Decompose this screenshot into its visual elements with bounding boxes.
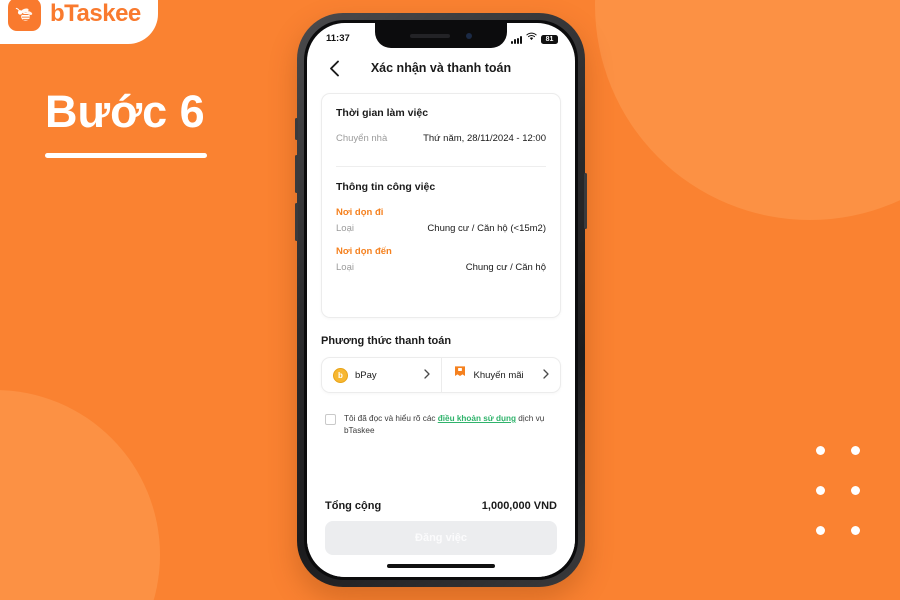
chevron-right-icon: [543, 368, 549, 382]
background-circle-bottom-left: [0, 390, 160, 600]
home-indicator: [387, 564, 495, 568]
phone-mockup: 11:37 81 Xác nhận và thanh toán Thời gia…: [295, 13, 587, 587]
phone-bezel: 11:37 81 Xác nhận và thanh toán Thời gia…: [304, 20, 578, 580]
terms-text-before: Tôi đã đọc và hiểu rõ các: [344, 414, 438, 423]
main-content: Thời gian làm việc Chuyển nhà Thứ năm, 2…: [307, 87, 575, 490]
pickup-type-value: Chung cư / Căn hộ (<15m2): [427, 223, 546, 234]
brand-name: bTaskee: [50, 0, 141, 27]
dropoff-type-row: Loại Chung cư / Căn hộ: [336, 262, 546, 273]
schedule-row-value: Thứ năm, 28/11/2024 - 12:00: [423, 133, 546, 144]
phone-power-button: [584, 173, 587, 229]
home-indicator-area: [307, 555, 575, 577]
checkout-footer: Tổng cộng 1,000,000 VND Đăng việc: [307, 490, 575, 555]
section-divider: [336, 166, 546, 167]
booking-details-card: Thời gian làm việc Chuyển nhà Thứ năm, 2…: [321, 93, 561, 318]
payment-option-bpay[interactable]: b bPay: [322, 358, 441, 392]
job-section-title: Thông tin công việc: [336, 181, 436, 193]
payment-option-promotion[interactable]: Khuyến mãi: [440, 358, 561, 392]
total-label: Tổng cộng: [325, 500, 382, 512]
card-bottom-spacer: [336, 279, 546, 301]
phone-mute-switch: [295, 118, 298, 140]
submit-job-button[interactable]: Đăng việc: [325, 521, 557, 555]
decorative-dot-grid: [816, 446, 886, 566]
page-title: Xác nhận và thanh toán: [370, 61, 512, 75]
schedule-row: Chuyển nhà Thứ năm, 28/11/2024 - 12:00: [336, 133, 546, 144]
step-title: Bước 6: [45, 86, 205, 137]
front-camera-icon: [466, 32, 472, 39]
terms-text: Tôi đã đọc và hiểu rõ các điều khoản sử …: [344, 413, 559, 438]
total-row: Tổng cộng 1,000,000 VND: [325, 490, 557, 521]
chevron-right-icon: [423, 368, 430, 382]
total-value: 1,000,000 VND: [481, 500, 557, 512]
decor-dot: [816, 446, 825, 455]
pickup-location-heading: Nơi dọn đi: [336, 207, 384, 218]
dropoff-type-key: Loại: [336, 262, 354, 273]
pickup-type-key: Loại: [336, 223, 354, 234]
dropoff-type-value: Chung cư / Căn hộ: [465, 262, 546, 273]
schedule-row-key: Chuyển nhà: [336, 133, 388, 144]
payment-methods-row: b bPay Khuyến mãi: [321, 357, 561, 393]
status-indicators: 81: [511, 32, 558, 44]
payment-section-title: Phương thức thanh toán: [321, 335, 452, 347]
dropoff-location-heading: Nơi dọn đến: [336, 246, 392, 257]
bpay-coin-icon: b: [333, 367, 348, 383]
decor-dot: [816, 486, 825, 495]
phone-volume-down-button: [295, 203, 298, 241]
signal-bars-icon: [511, 36, 522, 44]
earpiece-speaker: [410, 33, 450, 38]
brand-logo-badge: bTaskee: [0, 0, 158, 44]
chevron-left-icon[interactable]: [323, 57, 345, 79]
phone-volume-up-button: [295, 155, 298, 193]
step-underline: [45, 153, 207, 159]
wifi-icon: [526, 32, 537, 44]
decor-dot: [851, 486, 860, 495]
decor-dot: [851, 526, 860, 535]
bpay-label: bPay: [355, 369, 377, 381]
bee-icon: [8, 0, 41, 31]
terms-agreement-row[interactable]: Tôi đã đọc và hiểu rõ các điều khoản sử …: [325, 413, 559, 438]
phone-notch: [375, 23, 507, 48]
promotion-ticket-icon: [453, 365, 467, 385]
schedule-section-title: Thời gian làm việc: [336, 107, 429, 119]
decor-dot: [851, 446, 860, 455]
phone-screen: 11:37 81 Xác nhận và thanh toán Thời gia…: [307, 23, 575, 577]
terms-link[interactable]: điều khoản sử dụng: [438, 414, 516, 423]
battery-indicator: 81: [541, 35, 558, 44]
step-caption: Bước 6: [45, 86, 207, 159]
promotion-label: Khuyến mãi: [473, 369, 524, 381]
navigation-bar: Xác nhận và thanh toán: [307, 49, 575, 87]
status-time: 11:37: [326, 32, 350, 44]
pickup-type-row: Loại Chung cư / Căn hộ (<15m2): [336, 223, 546, 234]
background-circle-top-right: [595, 0, 900, 220]
decor-dot: [816, 526, 825, 535]
terms-checkbox[interactable]: [325, 414, 336, 425]
